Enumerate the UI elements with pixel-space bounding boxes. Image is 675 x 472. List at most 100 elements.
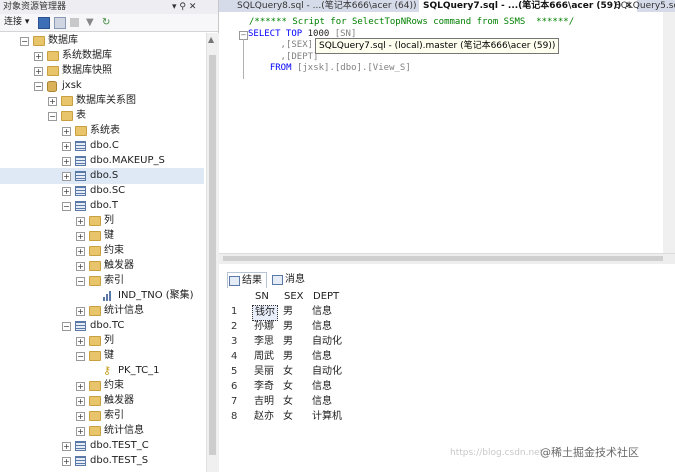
refresh-icon[interactable]: ↻ [102,14,110,31]
grid-cell[interactable]: 赵亦 [252,410,276,424]
tree-node[interactable]: + dbo.TEST_C [0,438,204,454]
tree-node[interactable]: + 索引 [0,408,204,424]
column-header[interactable]: SN [255,290,269,304]
collapse-icon[interactable]: − [62,322,71,331]
tree-node[interactable]: − 索引 [0,273,204,289]
row-number[interactable]: 2 [231,320,237,334]
pin-icon[interactable]: ▾ ⚲ ✕ [172,0,196,14]
scrollbar-thumb[interactable] [223,256,663,261]
expand-icon[interactable]: + [76,217,85,226]
tree-node[interactable]: + 系统数据库 [0,48,204,64]
tree-node[interactable]: ⚷ PK_TC_1 [0,363,204,379]
expand-icon[interactable]: + [62,457,71,466]
column-header[interactable]: SEX [284,290,304,304]
expand-icon[interactable]: + [76,427,85,436]
tree-node[interactable]: + dbo.C [0,138,204,154]
tree-node[interactable]: + 列 [0,213,204,229]
grid-cell[interactable]: 自动化 [310,365,344,379]
stop-icon[interactable] [70,18,79,27]
grid-cell[interactable]: 男 [281,335,295,349]
grid-cell[interactable]: 女 [281,380,295,394]
row-number[interactable]: 4 [231,350,237,364]
row-number[interactable]: 1 [231,305,237,319]
row-number[interactable]: 3 [231,335,237,349]
expand-icon[interactable]: + [76,397,85,406]
collapse-icon[interactable]: − [62,202,71,211]
editor-horizontal-scrollbar[interactable] [219,253,675,264]
expand-icon[interactable]: + [76,307,85,316]
collapse-icon[interactable]: − [76,352,85,361]
expand-icon[interactable]: + [76,382,85,391]
disconnect-icon[interactable] [54,17,66,29]
tree-node[interactable]: + 数据库关系图 [0,93,204,109]
grid-cell[interactable]: 信息 [310,350,334,364]
grid-cell[interactable]: 男 [281,305,295,319]
expand-icon[interactable]: + [48,97,57,106]
grid-cell[interactable]: 吉明 [252,395,276,409]
grid-cell[interactable]: 自动化 [310,335,344,349]
object-explorer-scrollbar[interactable]: ▲ [206,33,219,472]
row-number[interactable]: 5 [231,365,237,379]
grid-cell[interactable]: 计算机 [310,410,344,424]
expand-icon[interactable]: + [62,187,71,196]
grid-cell[interactable]: 女 [281,410,295,424]
scroll-up-icon[interactable]: ▲ [208,35,214,44]
tree-node[interactable]: − 键 [0,348,204,364]
tree-node[interactable]: + dbo.S [0,168,204,184]
expand-icon[interactable]: + [62,157,71,166]
collapse-icon[interactable]: − [34,82,43,91]
expand-icon[interactable]: + [34,52,43,61]
grid-cell[interactable]: 吴丽 [252,365,276,379]
grid-cell[interactable]: 信息 [310,395,334,409]
tree-node[interactable]: + 数据库快照 [0,63,204,79]
expand-icon[interactable]: + [76,247,85,256]
grid-cell[interactable]: 钱尔 [252,305,278,321]
grid-cell[interactable]: 女 [281,365,295,379]
grid-cell[interactable]: 女 [281,395,295,409]
row-number[interactable]: 7 [231,395,237,409]
tree-node[interactable]: − dbo.T [0,198,204,214]
expand-icon[interactable]: + [34,67,43,76]
expand-icon[interactable]: + [76,337,85,346]
tree-node[interactable]: − jxsk [0,78,204,94]
editor-vertical-scrollbar[interactable] [663,12,675,264]
row-number[interactable]: 8 [231,410,237,424]
grid-cell[interactable]: 李思 [252,335,276,349]
row-number[interactable]: 6 [231,380,237,394]
tree-node[interactable]: + 统计信息 [0,303,204,319]
grid-cell[interactable]: 周武 [252,350,276,364]
tree-node[interactable]: + 键 [0,228,204,244]
expand-icon[interactable]: + [62,127,71,136]
expand-icon[interactable]: + [76,262,85,271]
tree-node[interactable]: + 系统表 [0,123,204,139]
connect-object-icon[interactable] [38,17,50,29]
expand-icon[interactable]: + [76,232,85,241]
tree-node[interactable]: − 表 [0,108,204,124]
messages-tab[interactable]: 消息 [271,272,309,287]
results-tab[interactable]: 结果 [227,272,267,288]
tree-node[interactable]: IND_TNO (聚集) [0,288,204,304]
expand-icon[interactable]: + [62,442,71,451]
collapse-icon[interactable]: − [20,37,29,46]
column-header[interactable]: DEPT [313,290,339,304]
expand-icon[interactable]: + [76,412,85,421]
collapse-icon[interactable]: − [76,277,85,286]
tree-node[interactable]: + 约束 [0,243,204,259]
tree-node[interactable]: + 统计信息 [0,423,204,439]
tree-node[interactable]: − 数据库 [0,33,204,49]
grid-cell[interactable]: 男 [281,350,295,364]
tree-node[interactable]: + 约束 [0,378,204,394]
tree-node[interactable]: + 列 [0,333,204,349]
tab-3[interactable]: SQLQuery5.sq [611,0,675,12]
tab-2[interactable]: SQLQuery7.sql - ...(笔记本666\acer (59)) ✕ [419,0,637,12]
grid-cell[interactable]: 信息 [310,380,334,394]
filter-icon[interactable]: ▼ [86,14,94,31]
tree-node[interactable]: + 触发器 [0,393,204,409]
expand-icon[interactable]: + [62,172,71,181]
tab-1[interactable]: SQLQuery8.sql - ...(笔记本666\acer (64))✕ [233,0,432,12]
grid-cell[interactable]: 信息 [310,305,334,319]
tree-node[interactable]: + dbo.TEST_S [0,453,204,469]
tree-node[interactable]: + 触发器 [0,258,204,274]
grid-cell[interactable]: 信息 [310,320,334,334]
tree-node[interactable]: − dbo.TC [0,318,204,334]
